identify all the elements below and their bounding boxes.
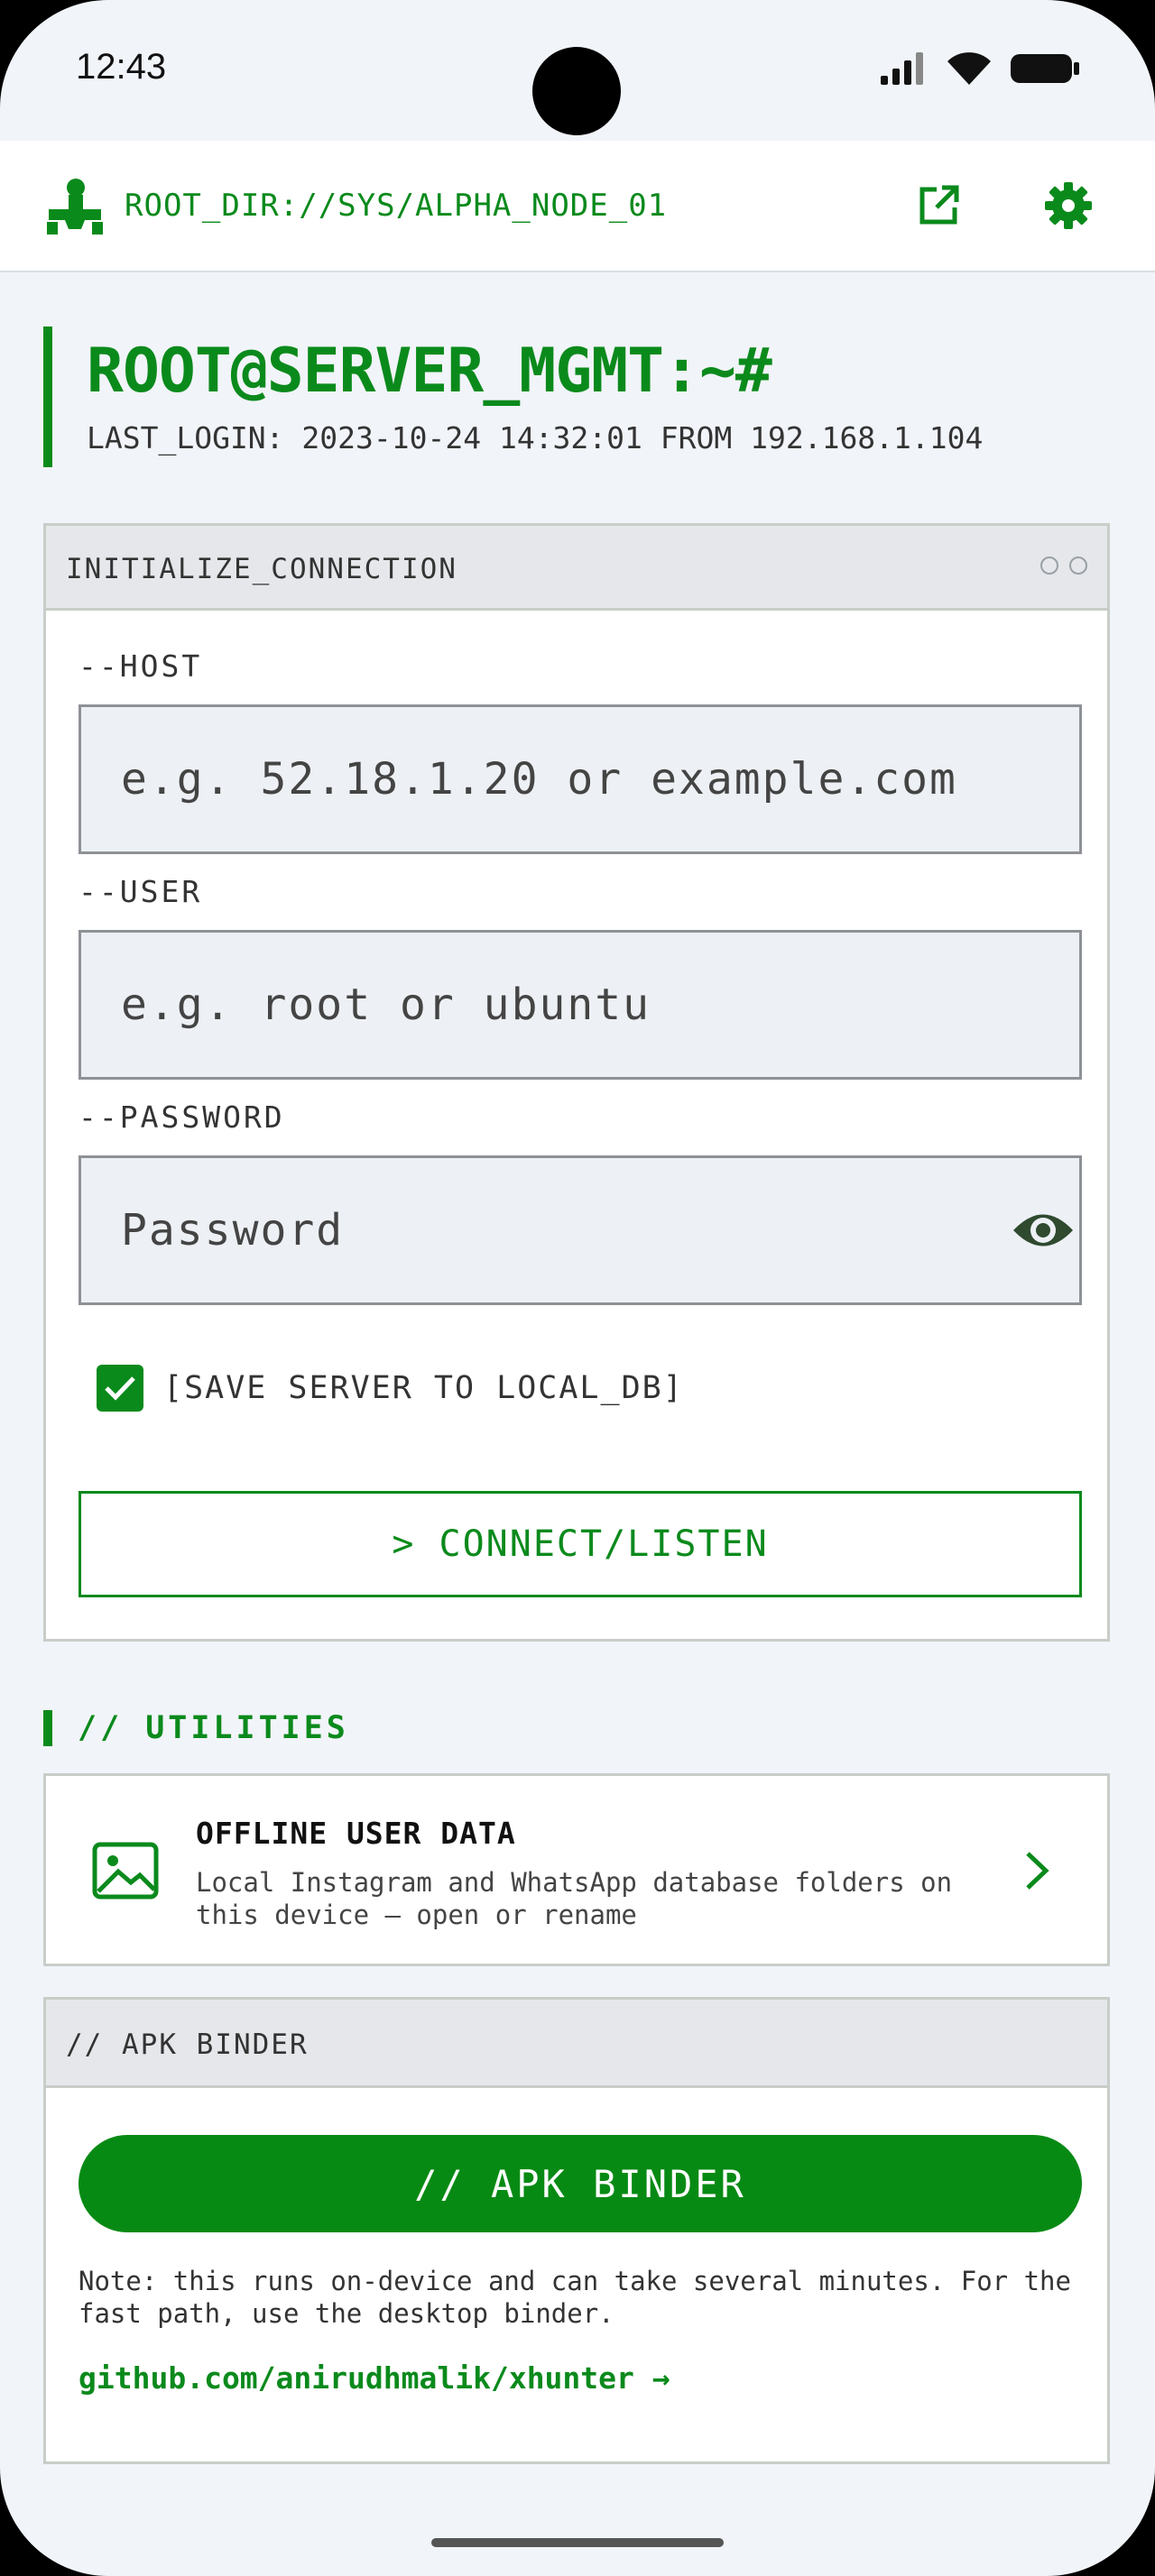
user-input[interactable] — [79, 930, 1082, 1080]
image-icon — [92, 1842, 159, 1900]
utilities-section-title: // UTILITIES — [43, 1710, 349, 1746]
eye-icon[interactable] — [1012, 1208, 1075, 1253]
host-label: --HOST — [79, 649, 203, 684]
home-indicator — [431, 2538, 724, 2547]
battery-icon — [1011, 54, 1079, 83]
app-logo-icon — [47, 179, 103, 235]
camera-cutout — [532, 47, 621, 135]
save-server-checkbox[interactable] — [97, 1365, 143, 1412]
check-icon — [105, 1376, 135, 1401]
host-input[interactable] — [79, 704, 1082, 854]
password-input[interactable] — [79, 1155, 1082, 1305]
connection-panel-header: INITIALIZE_CONNECTION — [46, 526, 1107, 611]
page-title: ROOT@SERVER_MGMT:~# — [87, 336, 772, 407]
phone-screen: 12:43 ROOT_DIR://SYS/ALPHA_NODE_01 ROOT@… — [0, 0, 1155, 2576]
offline-user-data-card[interactable]: OFFLINE USER DATA Local Instagram and Wh… — [43, 1773, 1110, 1966]
apk-binder-note: Note: this runs on-device and can take s… — [79, 2266, 1071, 2329]
gear-icon — [1045, 182, 1092, 229]
window-dots — [1040, 557, 1087, 575]
status-icons — [879, 51, 1081, 87]
save-server-label[interactable]: [SAVE SERVER TO LOCAL_DB] — [163, 1370, 684, 1406]
connection-panel: INITIALIZE_CONNECTION --HOST --USER --PA… — [43, 523, 1110, 1642]
chevron-right-icon — [1026, 1852, 1049, 1890]
user-label: --USER — [79, 874, 203, 909]
window-dot — [1040, 557, 1058, 575]
hero-header: ROOT@SERVER_MGMT:~# LAST_LOGIN: 2023-10-… — [43, 327, 1117, 467]
password-label: --PASSWORD — [79, 1099, 285, 1135]
last-login-text: LAST_LOGIN: 2023-10-24 14:32:01 FROM 192… — [87, 420, 984, 455]
open-external-icon — [919, 185, 959, 225]
connect-button[interactable]: > CONNECT/LISTEN — [79, 1491, 1082, 1597]
status-bar: 12:43 — [0, 0, 1155, 141]
app-title: ROOT_DIR://SYS/ALPHA_NODE_01 — [125, 188, 668, 224]
apk-binder-panel-header: // APK BINDER — [46, 2000, 1107, 2088]
apk-binder-panel: // APK BINDER // APK BINDER Note: this r… — [43, 1997, 1110, 2464]
wifi-icon — [947, 52, 991, 85]
offline-user-data-desc: Local Instagram and WhatsApp database fo… — [196, 1867, 953, 1930]
offline-user-data-title: OFFLINE USER DATA — [196, 1816, 516, 1851]
apk-binder-button[interactable]: // APK BINDER — [79, 2135, 1082, 2232]
app-bar: ROOT_DIR://SYS/ALPHA_NODE_01 — [0, 141, 1155, 272]
status-time: 12:43 — [76, 47, 167, 87]
open-external-button[interactable] — [910, 177, 967, 235]
signal-icon — [881, 52, 923, 85]
settings-button[interactable] — [1040, 177, 1097, 235]
connection-panel-title: INITIALIZE_CONNECTION — [66, 553, 457, 585]
window-dot — [1069, 557, 1087, 575]
apk-binder-panel-title: // APK BINDER — [66, 2029, 309, 2061]
github-link[interactable]: github.com/anirudhmalik/xhunter → — [79, 2360, 670, 2396]
